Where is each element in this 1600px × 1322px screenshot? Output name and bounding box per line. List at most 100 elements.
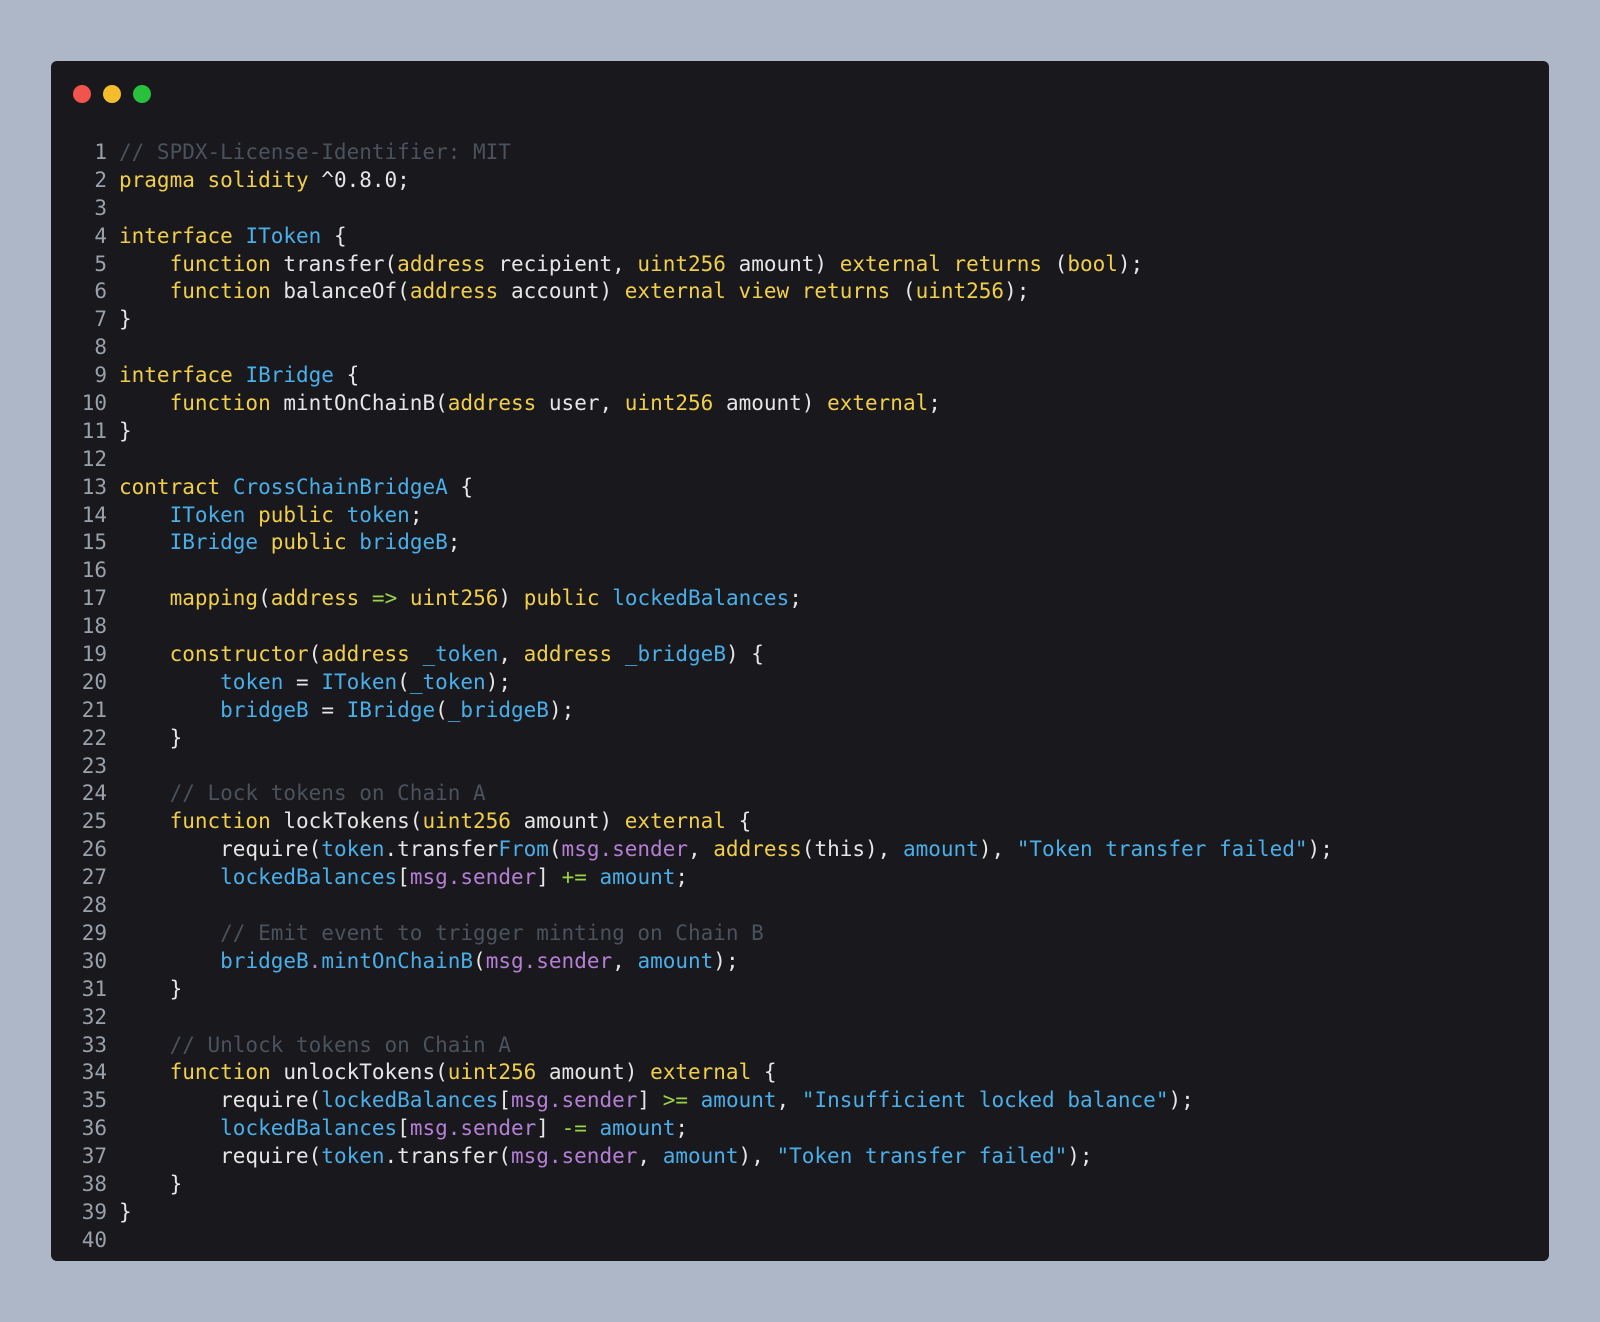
code-line: 24 // Lock tokens on Chain A: [69, 780, 1333, 808]
code-line: 8: [69, 334, 1333, 362]
code-token-type: token: [346, 502, 410, 527]
code-token-plain: ;: [789, 586, 802, 611]
code-line: 16: [69, 557, 1333, 585]
line-number: 10: [81, 391, 107, 416]
code-token-plain: ),: [738, 1144, 777, 1169]
code-token-kw: external view returns: [624, 279, 891, 304]
line-number: 33: [81, 1032, 107, 1057]
line-number: 12: [81, 446, 107, 471]
code-line: 5 function transfer(address recipient, u…: [69, 251, 1333, 279]
code-token-kw: function: [169, 279, 271, 304]
code-token-str: "Token transfer failed": [1016, 837, 1308, 862]
maximize-button[interactable]: [133, 85, 151, 103]
code-token-type: lockedBalances: [220, 865, 398, 890]
minimize-button[interactable]: [103, 85, 121, 103]
code-token-plain: amount): [713, 391, 828, 416]
code-line: 10 function mintOnChainB(address user, u…: [69, 390, 1333, 418]
code-token-plain: require(: [119, 837, 322, 862]
line-number: 11: [81, 418, 107, 443]
code-token-type: _token: [422, 642, 499, 667]
code-text: // Lock tokens on Chain A: [119, 780, 486, 808]
code-text: contract CrossChainBridgeA {: [119, 474, 473, 502]
code-token-type: token: [321, 1144, 385, 1169]
code-token-plain: );: [548, 697, 575, 722]
code-token-plain: [: [397, 865, 410, 890]
code-token-plain: =: [283, 669, 322, 694]
code-token-op: +=: [561, 865, 587, 890]
code-token-plain: {: [725, 809, 752, 834]
code-token-kw: public: [258, 502, 334, 527]
code-token-op: >=: [662, 1088, 688, 1113]
code-text: lockedBalances[msg.sender] += amount;: [119, 864, 688, 892]
code-token-plain: (: [890, 279, 916, 304]
code-token-type: lockedBalances: [321, 1088, 499, 1113]
code-token-prop: msg.sender: [561, 837, 688, 862]
code-token-plain: ,: [687, 837, 714, 862]
code-token-plain: (: [435, 697, 448, 722]
code-token-plain: ^0.8.0;: [308, 167, 410, 192]
line-number: 23: [81, 753, 107, 778]
code-token-kw: address: [409, 279, 499, 304]
close-button[interactable]: [73, 85, 91, 103]
code-editor[interactable]: 1 // SPDX-License-Identifier: MIT 2 pragma …: [69, 139, 1333, 1255]
code-token-kw: uint256: [637, 251, 726, 276]
code-line: 32: [69, 1004, 1333, 1032]
code-line: 4 interface IToken {: [69, 223, 1333, 251]
code-token-plain: );: [1117, 251, 1144, 276]
code-token-kw: uint256: [409, 586, 499, 611]
code-text: mapping(address => uint256) public locke…: [119, 585, 802, 613]
code-text: pragma solidity ^0.8.0;: [119, 167, 410, 195]
code-token-kw: mapping: [169, 586, 259, 611]
line-number: 7: [94, 307, 107, 332]
code-token-plain: .transfer(: [384, 1144, 511, 1169]
code-text: token = IToken(_token);: [119, 669, 511, 697]
code-token-kw: uint256: [422, 809, 511, 834]
line-number: 17: [81, 586, 107, 611]
code-token-plain: unlockTokens(: [270, 1060, 448, 1085]
code-line: 3: [69, 195, 1333, 223]
code-token-plain: ,: [637, 1144, 663, 1169]
code-token-type: bridgeB: [359, 530, 448, 555]
code-token-plain: transfer(: [270, 251, 398, 276]
code-line: 30 bridgeB.mintOnChainB(msg.sender, amou…: [69, 948, 1333, 976]
code-text: bridgeB = IBridge(_bridgeB);: [119, 697, 574, 725]
line-number: 27: [81, 865, 107, 890]
code-text: function mintOnChainB(address user, uint…: [119, 390, 941, 418]
code-line: 11}: [69, 418, 1333, 446]
code-token-plain: ]: [536, 1116, 562, 1141]
code-line: 28: [69, 892, 1333, 920]
code-token-plain: mintOnChainB(: [270, 391, 448, 416]
code-token-plain: amount): [536, 1060, 651, 1085]
code-token-plain: }: [119, 1171, 183, 1196]
code-token-plain: ;: [409, 502, 423, 527]
line-number: 9: [94, 363, 107, 388]
code-text: }: [119, 1199, 132, 1227]
line-number: 13: [81, 474, 107, 499]
code-token-comment: // Unlock tokens on Chain A: [169, 1032, 511, 1057]
code-token-plain: (: [397, 669, 410, 694]
code-token-kw: pragma solidity: [119, 167, 309, 192]
code-token-type: token: [321, 837, 385, 862]
window-controls: [73, 85, 151, 103]
code-token-type: amount: [662, 1144, 739, 1169]
code-token-prop: msg.sender: [510, 1088, 638, 1113]
line-number: 37: [81, 1144, 107, 1169]
code-token-plain: );: [1168, 1088, 1194, 1113]
code-line: 27 lockedBalances[msg.sender] += amount;: [69, 864, 1333, 892]
code-token-kw: function: [169, 1060, 271, 1085]
code-text: IBridge public bridgeB;: [119, 529, 461, 557]
code-line: 31 }: [69, 976, 1333, 1004]
code-line: 21 bridgeB = IBridge(_bridgeB);: [69, 697, 1333, 725]
code-token-plain: recipient,: [485, 251, 638, 276]
code-token-type: mintOnChainB: [321, 948, 474, 973]
